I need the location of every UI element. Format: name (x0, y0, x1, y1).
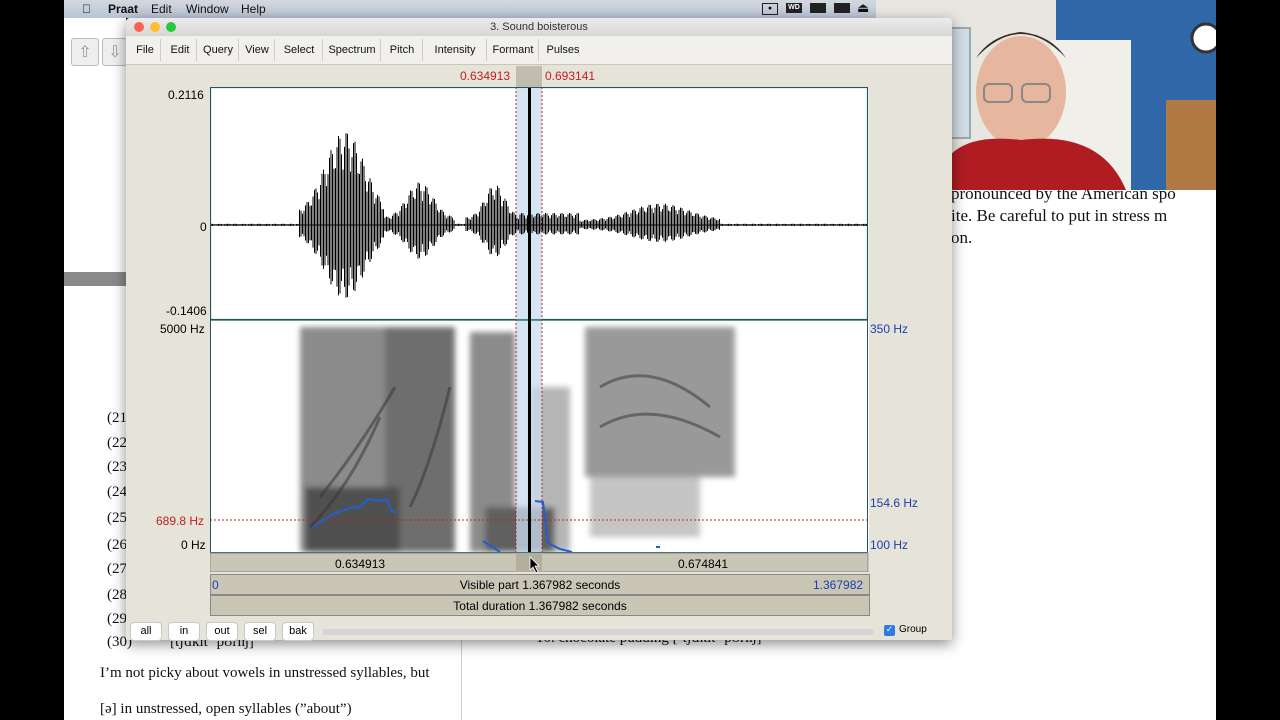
doc-line: on. (951, 228, 973, 247)
wd-icon[interactable]: WD (786, 3, 802, 13)
menu-view[interactable]: View (240, 39, 275, 61)
selection-top-marker (516, 66, 542, 87)
scroll-down-icon[interactable]: ⇩ (102, 38, 128, 66)
waveform-ymin: -0.1406 (166, 304, 207, 318)
doc-number: (26 (107, 537, 127, 553)
selection-end-time: 0.693141 (545, 69, 596, 83)
zoom-out-button[interactable]: out (206, 622, 238, 641)
scroll-up-icon[interactable]: ⇧ (71, 38, 99, 66)
visible-end: 1.367982 (813, 578, 864, 592)
menubar-edit[interactable]: Edit (151, 2, 172, 16)
menubar-app-name[interactable]: Praat (108, 2, 138, 16)
doc-number: (28 (107, 587, 127, 603)
spectrogram-fmin: 0 Hz (181, 538, 206, 552)
segment-left-duration[interactable]: 0.634913 (335, 557, 385, 571)
menu-query[interactable]: Query (198, 39, 239, 61)
window-title: 3. Sound boisterous (490, 21, 588, 33)
menu-formant[interactable]: Formant (488, 39, 539, 61)
doc-line: I’m not picky about vowels in unstressed… (100, 665, 430, 681)
menubar-window[interactable]: Window (186, 2, 229, 16)
group-checkbox[interactable]: ✓ (884, 625, 895, 636)
menu-pulses[interactable]: Pulses (540, 39, 586, 61)
zoom-all-button[interactable]: all (130, 622, 162, 641)
zoom-selection-button[interactable]: sel (244, 622, 276, 641)
waveform-zero: 0 (200, 220, 207, 234)
menu-pitch[interactable]: Pitch (382, 39, 423, 61)
menu-spectrum[interactable]: Spectrum (324, 39, 381, 61)
total-duration-label: Total duration 1.367982 seconds (453, 599, 627, 613)
document-page-edge (461, 640, 462, 720)
waveform-ymax: 0.2116 (168, 88, 204, 102)
doc-line: [ə] in unstressed, open syllables (”abou… (100, 701, 352, 717)
menu-select[interactable]: Select (276, 39, 323, 61)
selection-start-time: 0.634913 (460, 69, 511, 83)
pitch-max: 350 Hz (870, 322, 909, 336)
group-label: Group (899, 624, 927, 635)
doc-number: (29 (107, 611, 127, 627)
doc-number: (24 (107, 484, 127, 500)
menu-file[interactable]: File (130, 39, 161, 61)
document-divider (64, 272, 126, 286)
doc-line: ite. Be careful to put in stress m (951, 206, 1168, 225)
menu-edit[interactable]: Edit (164, 39, 197, 61)
doc-number: (22 (107, 435, 127, 451)
doc-number: (23 (107, 459, 127, 475)
pitch-cursor: 154.6 Hz (870, 496, 919, 510)
window-titlebar[interactable]: 3. Sound boisterous (126, 18, 952, 36)
sound-display[interactable] (210, 87, 869, 572)
screen-icon[interactable]: ● (762, 3, 778, 15)
mac-menubar:  Praat Edit Window Help ● WD ⏏ (64, 0, 876, 18)
pitch-min: 100 Hz (870, 538, 909, 552)
zoom-back-button[interactable]: bak (282, 622, 314, 641)
horizontal-scrollbar[interactable] (322, 629, 874, 635)
praat-sound-window: 3. Sound boisterous File Edit Query View… (126, 18, 952, 641)
visible-part-label: Visible part 1.367982 seconds (459, 578, 621, 592)
spectrogram-cursor-freq: 689.8 Hz (156, 514, 205, 528)
apple-icon[interactable]:  (82, 2, 91, 16)
menubar-help[interactable]: Help (241, 2, 266, 16)
menu-intensity[interactable]: Intensity (424, 39, 487, 61)
doc-number: (21 (107, 410, 127, 426)
drive2-icon[interactable] (834, 3, 850, 13)
doc-number: (27 (107, 561, 127, 577)
zoom-in-button[interactable]: in (168, 622, 200, 641)
praat-menu-row: File Edit Query View Select Spectrum Pit… (126, 36, 952, 65)
segment-right-duration[interactable]: 0.674841 (678, 557, 728, 571)
spectrogram-fmax: 5000 Hz (160, 322, 205, 336)
drive-icon[interactable] (810, 3, 826, 13)
doc-number: (25 (107, 510, 127, 526)
eject-icon[interactable]: ⏏ (857, 0, 869, 16)
